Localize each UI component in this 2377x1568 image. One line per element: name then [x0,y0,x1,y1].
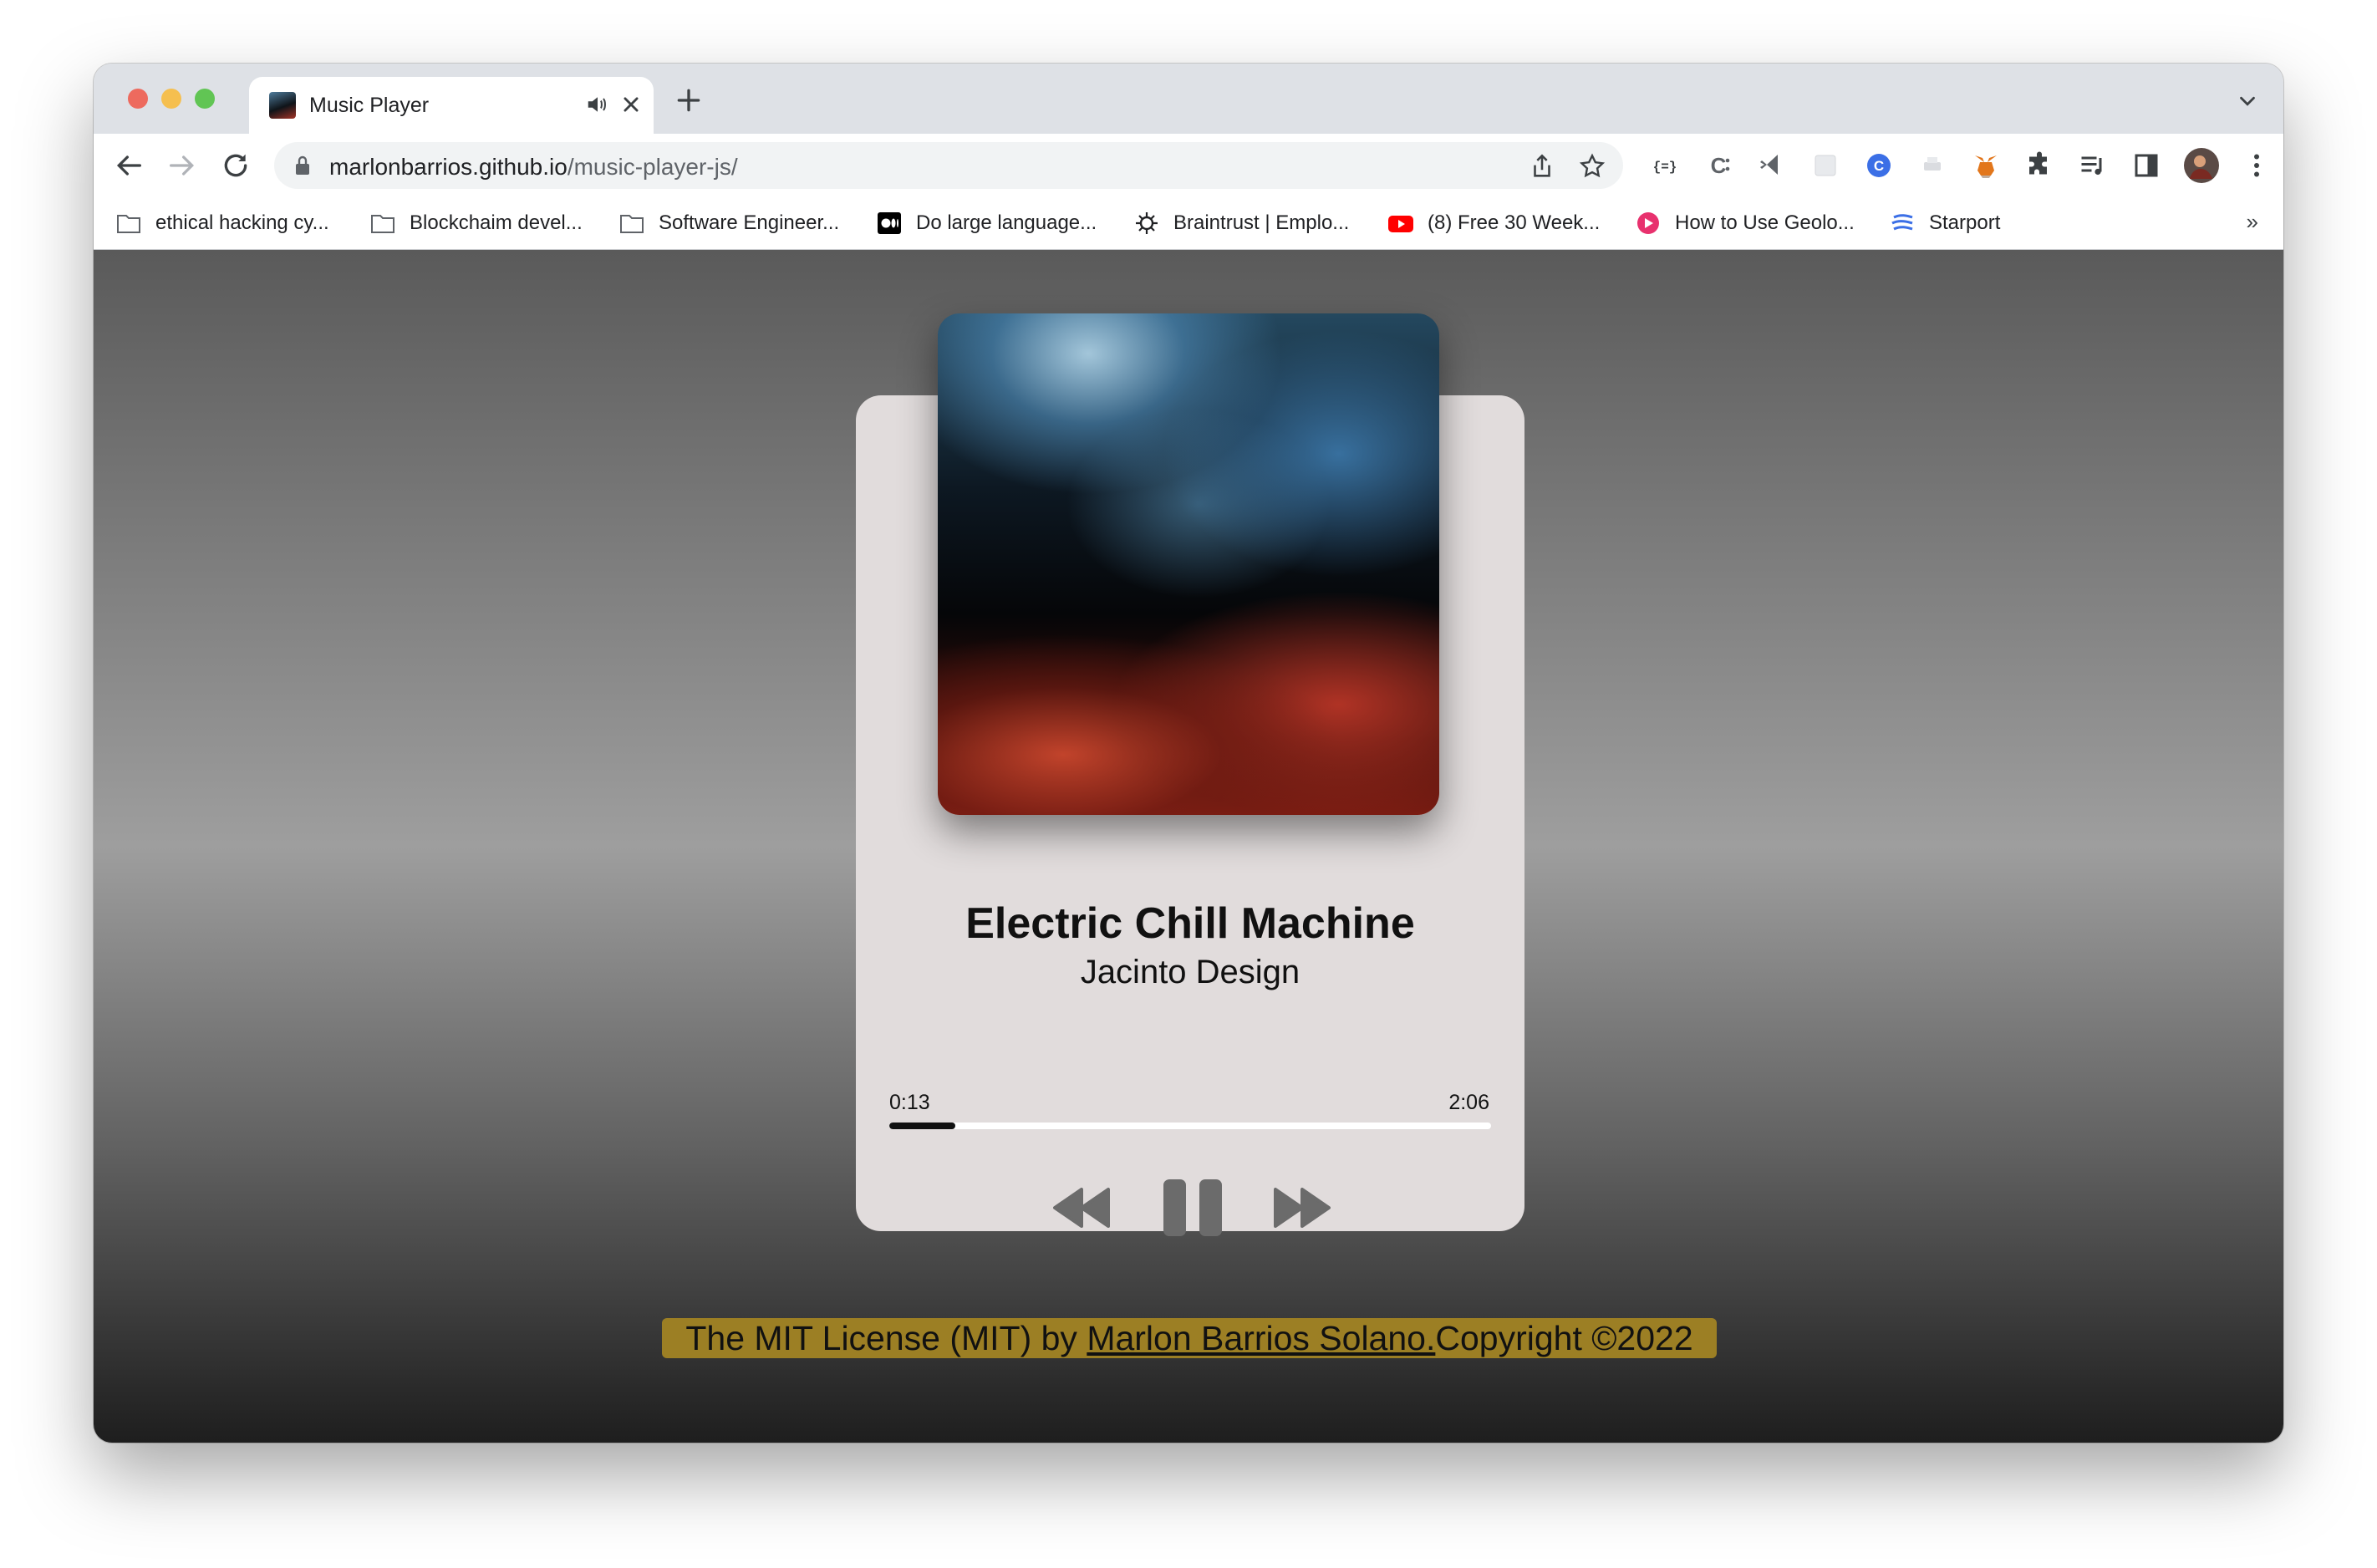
url-text: marlonbarrios.github.io/music-player-js/ [329,154,738,181]
copyright-text: Copyright ©2022 [1435,1319,1693,1357]
browser-window: Music Player marlonbarrios.github.io/mus… [94,64,2283,1443]
speaker-icon[interactable] [585,92,610,117]
bookmark-folder-blockchain[interactable]: Blockchaim devel... [369,207,583,239]
bookmark-folder-software-engineer[interactable]: Software Engineer... [618,207,839,239]
svg-text:{=}: {=} [1653,160,1677,175]
address-bar[interactable]: marlonbarrios.github.io/music-player-js/ [274,142,1623,189]
song-title: Electric Chill Machine [965,899,1415,948]
minimize-window-button[interactable] [161,89,181,109]
bookmark-label: Blockchaim devel... [410,211,583,234]
reload-icon[interactable] [219,149,252,182]
metamask-fox-icon[interactable] [1971,150,2001,181]
media-queue-icon[interactable] [2078,150,2108,181]
bookmark-do-large-language[interactable]: Do large language... [876,207,1097,239]
folder-icon [371,215,394,233]
svg-text:C: C [1711,153,1727,178]
bookmark-label: Do large language... [916,211,1097,234]
chevron-down-icon[interactable] [2235,89,2260,114]
medium-icon [878,212,901,234]
bookmark-label: (8) Free 30 Week... [1428,211,1601,234]
back-arrow-icon[interactable] [112,149,145,182]
author-link[interactable]: Marlon Barrios Solano. [1087,1319,1435,1357]
pinned-site-icon [1637,212,1659,234]
braintrust-icon [1136,212,1158,234]
grammarly-extension-icon[interactable]: C [1864,150,1894,181]
bookmark-starport[interactable]: Starport [1889,207,2000,239]
progress-fill [889,1123,956,1129]
bookmarks-bar: ethical hacking cy... Blockchaim devel..… [94,197,2283,250]
svg-text:C: C [1874,158,1884,174]
album-favicon-icon [269,92,296,119]
bookmark-youtube-free-30-week[interactable]: (8) Free 30 Week... [1387,207,1600,239]
browser-toolbar: marlonbarrios.github.io/music-player-js/… [94,134,2283,197]
bookmark-braintrust[interactable]: Braintrust | Emplo... [1133,207,1349,239]
rewind-button[interactable] [1053,1178,1110,1238]
close-window-button[interactable] [128,89,148,109]
lock-icon[interactable] [293,154,313,177]
side-panel-icon[interactable] [2131,150,2161,181]
bookmark-label: ethical hacking cy... [155,211,329,234]
bookmarks-overflow-button[interactable]: » [2247,209,2258,235]
vscode-extension-icon[interactable] [1757,150,1787,181]
url-host: marlonbarrios.github.io [329,154,568,180]
more-vertical-icon[interactable] [2242,150,2272,181]
url-path: /music-player-js/ [567,154,738,180]
bookmark-how-to-use-geolo[interactable]: How to Use Geolo... [1635,207,1855,239]
bookmark-label: Braintrust | Emplo... [1173,211,1350,234]
bookmark-label: Starport [1929,211,2001,234]
duration: 2:06 [1448,1091,1489,1114]
progress-bar[interactable] [889,1123,1491,1129]
pause-button[interactable] [1162,1178,1224,1238]
printer-extension-icon[interactable] [1917,150,1947,181]
youtube-icon [1388,216,1413,232]
bookmark-label: Software Engineer... [659,211,840,234]
tab-music-player[interactable]: Music Player [249,77,654,134]
new-tab-icon[interactable] [672,84,705,117]
folder-icon [620,215,644,233]
current-time: 0:13 [889,1091,930,1114]
bookmark-label: How to Use Geolo... [1675,211,1855,234]
fast-forward-button[interactable] [1274,1178,1331,1238]
folder-icon [117,215,140,233]
profile-avatar[interactable] [2183,147,2220,184]
bookmark-star-icon[interactable] [1578,152,1606,181]
share-icon[interactable] [1528,152,1556,181]
bookmark-folder-ethical-hacking[interactable]: ethical hacking cy... [115,207,329,239]
json-viewer-extension-icon[interactable]: {=} [1650,150,1680,181]
license-text: The MIT License (MIT) by [685,1319,1087,1357]
close-tab-icon[interactable] [617,90,645,119]
license-footer: The MIT License (MIT) by Marlon Barrios … [662,1318,1717,1358]
tab-title: Music Player [309,94,430,117]
forward-arrow-icon[interactable] [165,149,199,182]
starport-icon [1891,214,1913,231]
artist-name: Jacinto Design [1080,954,1300,990]
codeium-extension-icon[interactable]: C [1703,150,1733,181]
blank-extension-icon[interactable] [1810,150,1840,181]
album-cover-image [938,313,1439,815]
maximize-window-button[interactable] [195,89,215,109]
tab-strip: Music Player [94,64,2283,134]
page-viewport: Electric Chill Machine Jacinto Design 0:… [94,250,2283,1443]
puzzle-extensions-icon[interactable] [2024,150,2054,181]
